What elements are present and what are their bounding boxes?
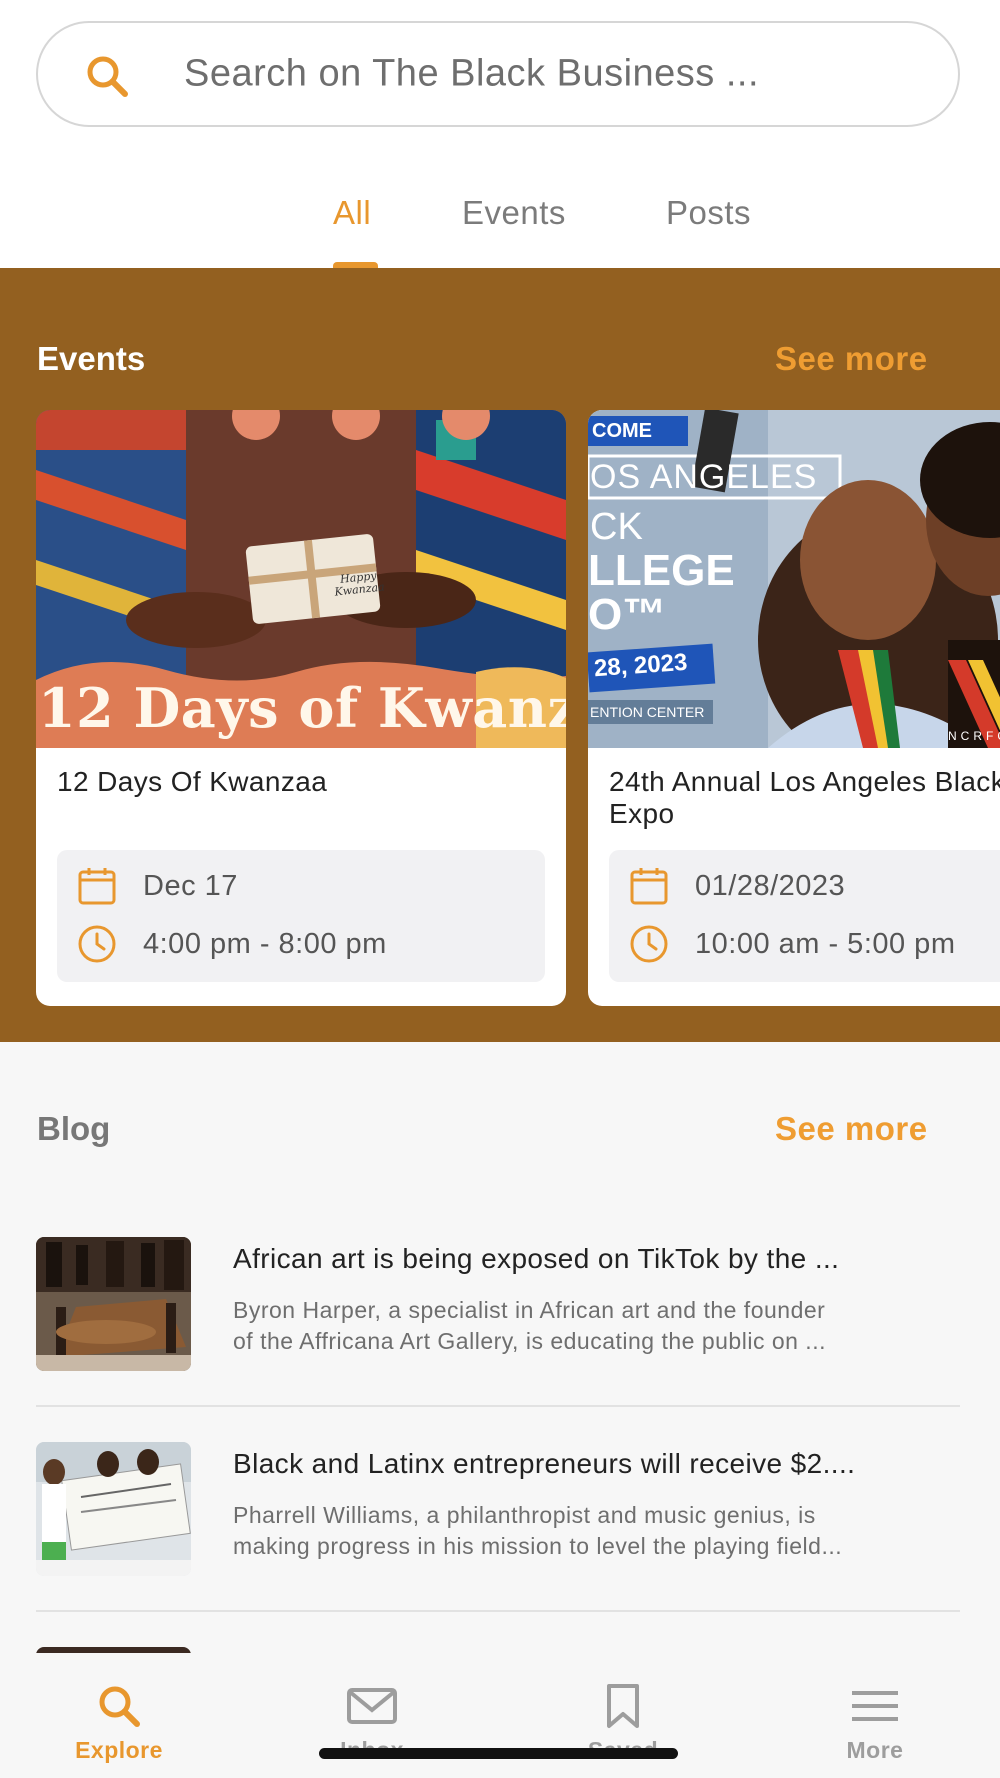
expo-banner-college: LLEGE — [588, 546, 735, 595]
blog-post-description-line: making progress in his mission to level … — [233, 1533, 843, 1559]
event-date-row: 01/28/2023 — [629, 866, 845, 906]
tab-events[interactable]: Events — [462, 194, 566, 232]
svg-text:NCRFOUNDATION.OR: NCRFOUNDATION.OR — [948, 729, 1000, 743]
event-image-kwanzaa-caption: 12 Days of Kwanzaa — [38, 676, 566, 740]
expo-banner-expo: O™ — [588, 590, 667, 639]
list-divider — [36, 1610, 960, 1612]
event-title: 12 Days Of Kwanzaa — [57, 766, 328, 797]
nav-explore-label: Explore — [75, 1737, 163, 1763]
event-time-row: 4:00 pm - 8:00 pm — [77, 924, 387, 964]
calendar-icon — [78, 868, 116, 905]
clock-icon — [78, 925, 116, 963]
event-date: 01/28/2023 — [695, 869, 846, 902]
blog-post-item[interactable]: Black and Latinx entrepreneurs will rece… — [36, 1442, 960, 1576]
nav-more[interactable]: More — [805, 1683, 945, 1764]
search-icon — [87, 56, 128, 97]
event-card-college-expo[interactable]: NCRFOUNDATION.OR COME OS ANGELES CK LLEG… — [588, 410, 1000, 1006]
home-indicator — [319, 1748, 678, 1759]
nav-more-label: More — [846, 1737, 904, 1763]
event-date: Dec 17 — [143, 869, 238, 902]
expo-banner-welcome: COME — [592, 420, 652, 442]
blog-post-thumbnail — [36, 1442, 191, 1576]
tab-posts[interactable]: Posts — [666, 194, 751, 232]
blog-post-description-line: Pharrell Williams, a philanthropist and … — [233, 1502, 816, 1528]
bookmark-icon — [607, 1684, 639, 1728]
event-time: 4:00 pm - 8:00 pm — [143, 927, 387, 960]
expo-banner-black: CK — [590, 506, 643, 548]
search-icon — [99, 1686, 140, 1727]
event-info-box: 01/28/2023 10:00 am - 5:00 pm — [609, 850, 1000, 982]
calendar-icon — [630, 868, 668, 905]
list-divider — [36, 1405, 960, 1407]
expo-banner-city: OS ANGELES — [590, 458, 818, 496]
event-image-kwanzaa: 12 Days of Kwanzaa Happy Kwanzaa — [36, 410, 566, 748]
filter-tabs: All Events Posts — [0, 160, 1000, 270]
blog-post-description: Byron Harper, a specialist in African ar… — [233, 1295, 963, 1357]
search-placeholder: Search on The Black Business ... — [184, 52, 760, 95]
blog-post-description-line: Byron Harper, a specialist in African ar… — [233, 1297, 826, 1323]
blog-title: Blog — [37, 1110, 111, 1147]
header-area: Search on The Black Business ... All Eve… — [0, 0, 1000, 270]
bottom-navigation: Explore Inbox Saved More — [0, 1653, 1000, 1778]
events-see-more-link[interactable]: See more — [775, 340, 928, 378]
events-section: Events See more 12 Days of Kwanz Happy K… — [0, 268, 1000, 1042]
event-time-row: 10:00 am - 5:00 pm — [629, 924, 955, 964]
mail-icon — [347, 1688, 397, 1724]
expo-banner-venue: ENTION CENTER — [590, 704, 705, 720]
blog-post-thumbnail — [36, 1237, 191, 1371]
search-bar[interactable]: Search on The Black Business ... — [36, 21, 960, 127]
events-title: Events — [37, 340, 146, 377]
event-card-kwanzaa[interactable]: 12 Days of Kwanzaa Happy Kwanzaa 12 Days… — [36, 410, 566, 1006]
nav-explore[interactable]: Explore — [49, 1683, 189, 1764]
blog-post-description: Pharrell Williams, a philanthropist and … — [233, 1500, 963, 1562]
clock-icon — [630, 925, 668, 963]
event-time: 10:00 am - 5:00 pm — [695, 927, 956, 960]
event-info-box: Dec 17 4:00 pm - 8:00 pm — [57, 850, 545, 982]
event-date-row: Dec 17 — [77, 866, 238, 906]
blog-post-title: Black and Latinx entrepreneurs will rece… — [233, 1448, 856, 1479]
event-title: 24th Annual Los Angeles Black College Ex… — [609, 766, 1000, 829]
tab-all[interactable]: All — [333, 194, 371, 232]
blog-see-more-link[interactable]: See more — [775, 1110, 928, 1148]
menu-icon — [852, 1691, 898, 1721]
blog-post-item[interactable]: African art is being exposed on TikTok b… — [36, 1237, 960, 1371]
blog-post-description-line: of the Affricana Art Gallery, is educati… — [233, 1328, 826, 1354]
event-image-college-expo: NCRFOUNDATION.OR COME OS ANGELES CK LLEG… — [588, 410, 1000, 748]
blog-post-title: African art is being exposed on TikTok b… — [233, 1243, 840, 1274]
